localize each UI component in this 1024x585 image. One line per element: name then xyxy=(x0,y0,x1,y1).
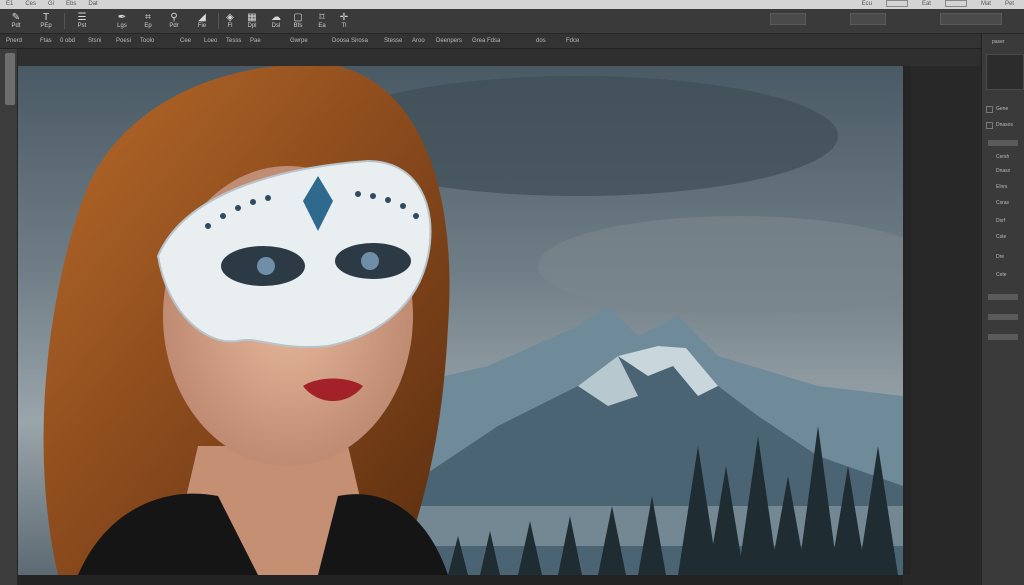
text-tool[interactable]: T PEp xyxy=(32,12,60,30)
document-tab-strip xyxy=(18,49,980,66)
left-iris xyxy=(257,257,275,275)
menu-item[interactable]: Gi xyxy=(48,0,54,9)
panel-item[interactable]: Dnasx xyxy=(996,168,1010,174)
menu-item[interactable]: E1 xyxy=(6,0,13,9)
workspace-dropdown[interactable] xyxy=(940,13,1002,25)
panel-item[interactable]: Dsrf xyxy=(996,218,1005,224)
panel-item[interactable]: Gene xyxy=(996,106,1008,112)
text-icon: T xyxy=(42,12,50,23)
option-item[interactable]: Tesss xyxy=(226,34,241,48)
panel-row[interactable] xyxy=(988,294,1018,300)
panel-item[interactable]: Dnasos xyxy=(996,122,1013,128)
option-item[interactable]: Loeo xyxy=(204,34,217,48)
option-item[interactable]: dos xyxy=(536,34,546,48)
panel-row[interactable] xyxy=(988,334,1018,340)
menu-item[interactable]: Dat xyxy=(88,0,97,9)
crop-tool[interactable]: ⌗ Ep xyxy=(134,12,162,30)
menu-right: Ecu Eat Mat Pet xyxy=(862,0,1014,9)
brush-tool[interactable]: ✎ Pdt xyxy=(2,12,30,30)
menu-item[interactable]: Ebs xyxy=(66,0,76,9)
crop-icon: ⌗ xyxy=(145,12,151,23)
option-item[interactable]: Stsni xyxy=(88,34,101,48)
shape-icon: ◢ xyxy=(198,12,206,23)
panel-item[interactable]: Elnrs xyxy=(996,184,1007,190)
option-item[interactable]: Cee xyxy=(180,34,191,48)
divider xyxy=(64,13,65,29)
tools-panel xyxy=(0,49,18,585)
option-item[interactable]: Stesse xyxy=(384,34,402,48)
option-item[interactable]: 0 obd xyxy=(60,34,75,48)
option-item[interactable]: Deenpers xyxy=(436,34,462,48)
option-item[interactable]: Gwrpe xyxy=(290,34,308,48)
panel-icon[interactable] xyxy=(986,122,993,129)
navigator-thumbnail[interactable] xyxy=(986,54,1024,90)
panel-header: paser xyxy=(992,39,1005,45)
stamp-icon: ⚲ xyxy=(170,12,178,23)
menu-right-item[interactable]: Eat xyxy=(922,0,931,9)
right-iris xyxy=(361,252,379,270)
menu-item[interactable]: Ces xyxy=(25,0,36,9)
option-item[interactable]: Pae xyxy=(250,34,261,48)
panel-item[interactable]: Cersh xyxy=(996,154,1009,160)
move-icon: ✛ xyxy=(339,12,349,23)
layers-icon: ☰ xyxy=(77,12,87,23)
shape-tool[interactable]: ◢ Fie xyxy=(188,12,216,30)
option-item[interactable]: Poesi xyxy=(116,34,131,48)
pen-tool[interactable]: ✒ Lgs xyxy=(108,12,136,30)
menu-right-item[interactable]: Ecu xyxy=(862,0,872,9)
panel-row[interactable] xyxy=(988,314,1018,320)
option-item[interactable]: Doosa Sirosa xyxy=(332,34,368,48)
right-panel: paser Gene Dnasos Cersh Dnasx Elnrs Csra… xyxy=(981,34,1024,585)
options-bar: Pnerd Ftas 0 obd Stsni Poesi Toolo Cee L… xyxy=(0,34,1024,49)
option-item[interactable]: Fdce xyxy=(566,34,579,48)
option-item[interactable]: Ftas xyxy=(40,34,52,48)
panel-scroll-handle[interactable] xyxy=(5,53,15,105)
option-item[interactable]: Grea Fdsa xyxy=(472,34,500,48)
menu-right-item[interactable]: Pet xyxy=(1005,0,1014,9)
option-item[interactable]: Toolo xyxy=(140,34,154,48)
panel-row[interactable] xyxy=(988,140,1018,146)
menu-bar: E1 Ces Gi Ebs Dat Ecu Eat Mat Pet xyxy=(0,0,1024,9)
horizontal-scrollbar[interactable] xyxy=(18,575,903,585)
artwork xyxy=(18,66,903,575)
stamp-tool[interactable]: ⚲ Pdr xyxy=(160,12,188,30)
menu-right-item[interactable]: Mat xyxy=(981,0,991,9)
layers-tool[interactable]: ☰ Pst xyxy=(68,12,96,30)
brush-icon: ✎ xyxy=(11,12,21,23)
option-item[interactable]: Pnerd xyxy=(6,34,22,48)
option-item[interactable]: Aroo xyxy=(412,34,425,48)
move-tool[interactable]: ✛ Tl xyxy=(330,12,358,30)
panel-icon[interactable] xyxy=(986,106,993,113)
panel-item[interactable]: Csras xyxy=(996,200,1009,206)
panel-item[interactable]: Cete xyxy=(996,272,1007,278)
search-box[interactable] xyxy=(885,0,908,7)
field-box[interactable] xyxy=(944,0,967,7)
pen-icon: ✒ xyxy=(117,12,127,23)
panel-item[interactable]: Dre xyxy=(996,254,1004,260)
image-canvas[interactable] xyxy=(18,66,903,575)
main-toolbar: ✎ Pdt T PEp ☰ Pst ✒ Lgs ⌗ Ep ⚲ Pdr ◢ Fie ◈ Fl ▦ D… xyxy=(0,9,1024,34)
vertical-scrollbar[interactable] xyxy=(903,66,911,575)
panel-item[interactable]: Cste xyxy=(996,234,1006,240)
search-field[interactable] xyxy=(850,13,886,25)
menu-items: E1 Ces Gi Ebs Dat xyxy=(6,0,98,9)
workspace-switcher[interactable] xyxy=(770,13,806,25)
